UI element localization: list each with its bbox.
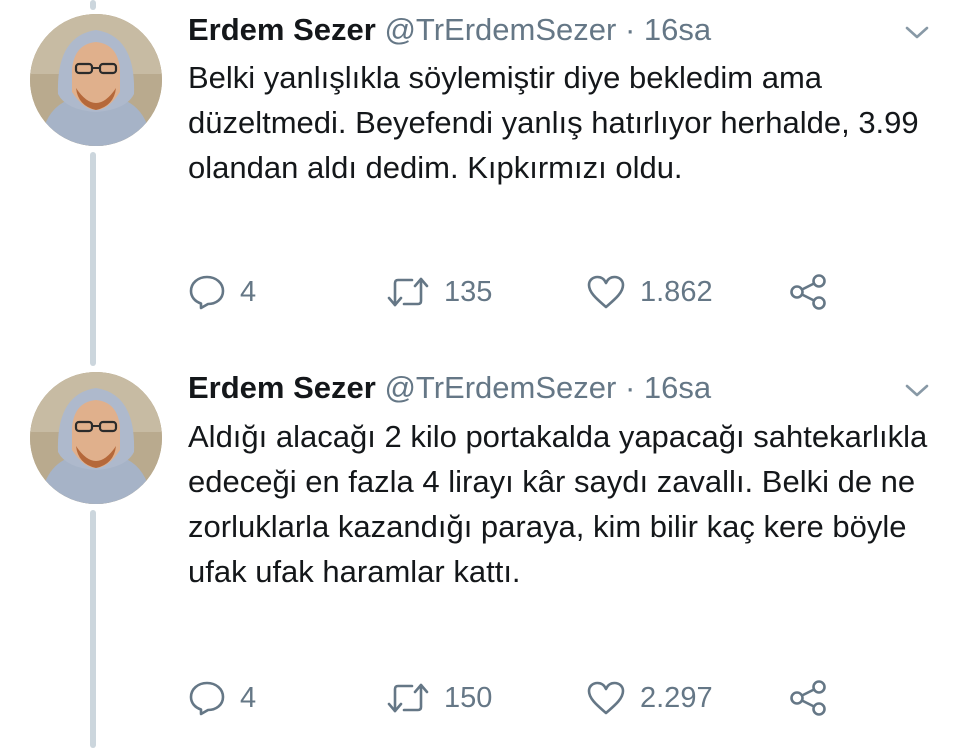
tweet-text: Aldığı alacağı 2 kilo portakalda yapacağ… bbox=[188, 419, 928, 589]
like-count: 1.862 bbox=[640, 276, 713, 308]
author-name[interactable]: Erdem Sezer bbox=[188, 12, 376, 47]
avatar-photo bbox=[30, 14, 162, 146]
author-handle[interactable]: @TrErdemSezer bbox=[384, 12, 616, 47]
tweet-text: Belki yanlışlıkla söylemiştir diye bekle… bbox=[188, 60, 919, 185]
tweet-actions: 4 150 2.297 bbox=[188, 678, 848, 718]
like-button[interactable]: 1.862 bbox=[586, 272, 713, 312]
like-icon bbox=[587, 275, 625, 309]
separator-dot: · bbox=[624, 12, 636, 47]
reply-icon bbox=[189, 681, 225, 716]
like-count: 2.297 bbox=[640, 682, 713, 714]
tweet-header: Erdem Sezer @TrErdemSezer · 16sa bbox=[188, 368, 711, 408]
reply-button[interactable]: 4 bbox=[188, 678, 256, 718]
like-icon bbox=[587, 681, 625, 715]
timestamp[interactable]: 16sa bbox=[644, 370, 711, 405]
tweet-menu-button[interactable] bbox=[900, 374, 934, 408]
timestamp[interactable]: 16sa bbox=[644, 12, 711, 47]
reply-count: 4 bbox=[240, 682, 257, 714]
reply-icon bbox=[189, 275, 225, 310]
share-icon bbox=[790, 680, 826, 716]
chevron-down-icon bbox=[905, 384, 929, 397]
reply-button[interactable]: 4 bbox=[188, 272, 256, 312]
avatar-photo bbox=[30, 372, 162, 504]
chevron-down-icon bbox=[905, 26, 929, 39]
reply-count: 4 bbox=[240, 276, 257, 308]
tweet-2[interactable]: Erdem Sezer @TrErdemSezer · 16sa Aldığı … bbox=[0, 360, 960, 748]
retweet-icon bbox=[387, 683, 429, 713]
share-button[interactable] bbox=[788, 678, 828, 718]
tweet-menu-button[interactable] bbox=[900, 16, 934, 50]
like-button[interactable]: 2.297 bbox=[586, 678, 713, 718]
avatar[interactable] bbox=[30, 14, 162, 146]
tweet-1[interactable]: Erdem Sezer @TrErdemSezer · 16sa Belki y… bbox=[0, 0, 960, 360]
tweet-thread: Erdem Sezer @TrErdemSezer · 16sa Belki y… bbox=[0, 0, 960, 748]
avatar[interactable] bbox=[30, 372, 162, 504]
share-button[interactable] bbox=[788, 272, 828, 312]
retweet-button[interactable]: 150 bbox=[386, 678, 492, 718]
retweet-button[interactable]: 135 bbox=[386, 272, 492, 312]
separator-dot: · bbox=[624, 370, 636, 405]
author-name[interactable]: Erdem Sezer bbox=[188, 370, 376, 405]
tweet-header: Erdem Sezer @TrErdemSezer · 16sa bbox=[188, 10, 711, 50]
author-handle[interactable]: @TrErdemSezer bbox=[384, 370, 616, 405]
retweet-count: 135 bbox=[444, 276, 493, 308]
retweet-count: 150 bbox=[444, 682, 493, 714]
retweet-icon bbox=[387, 277, 429, 307]
share-icon bbox=[790, 274, 826, 310]
tweet-actions: 4 135 1.862 bbox=[188, 272, 848, 312]
